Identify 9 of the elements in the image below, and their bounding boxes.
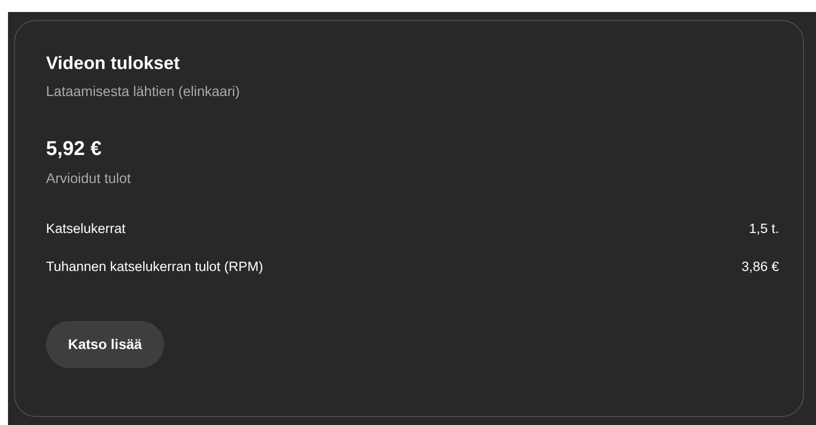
see-more-button[interactable]: Katso lisää bbox=[46, 320, 164, 368]
metric-value: 1,5 t. bbox=[748, 220, 779, 238]
revenue-amount: 5,92 € bbox=[46, 137, 103, 162]
metric-value: 3,86 € bbox=[741, 258, 779, 276]
card-title: Videon tulokset bbox=[46, 52, 181, 75]
card-subtitle: Lataamisesta lähtien (elinkaari) bbox=[46, 82, 241, 101]
revenue-label: Arvioidut tulot bbox=[46, 169, 132, 188]
metric-label: Tuhannen katselukerran tulot (RPM) bbox=[46, 258, 264, 276]
metric-label: Katselukerrat bbox=[46, 220, 126, 238]
